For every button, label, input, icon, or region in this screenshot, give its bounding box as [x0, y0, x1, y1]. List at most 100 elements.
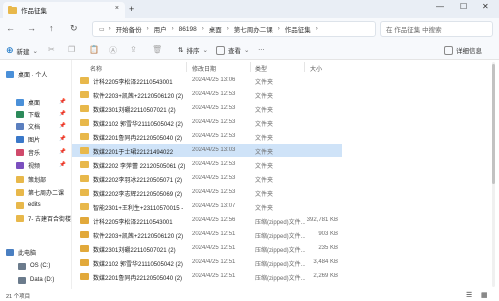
close-button[interactable]: ✕: [482, 2, 489, 11]
breadcrumb-item[interactable]: 86198: [179, 26, 197, 33]
folder-icon: [80, 105, 89, 112]
breadcrumb-item[interactable]: 开始备份: [116, 24, 142, 34]
refresh-button[interactable]: ↻: [70, 23, 78, 34]
folder-icon: [80, 147, 89, 154]
minimize-button[interactable]: —: [436, 2, 444, 11]
pin-icon: 📌: [59, 123, 66, 129]
file-row[interactable]: 数媒2102 郭雪华21110505042 (2) 2024/4/25 12:51…: [72, 256, 342, 269]
file-name: 数媒2301刘硼22110507021 (2): [93, 248, 176, 254]
new-button[interactable]: ⊕ 新建 ⌄: [6, 45, 38, 56]
sidebar-item-label: 文档: [28, 124, 41, 131]
sidebar-item[interactable]: 图片 📌: [0, 133, 71, 145]
file-name: 计科2205李松泽22110543001: [93, 220, 173, 226]
more-options-button[interactable]: …: [258, 45, 265, 52]
column-date[interactable]: 修改日期: [192, 64, 216, 73]
file-date: 2024/4/25 12:53: [192, 189, 236, 195]
sidebar-item[interactable]: 视频 📌: [0, 159, 71, 171]
sidebar-item[interactable]: 此电脑: [0, 246, 71, 258]
file-row[interactable]: 智能2301+王利生+23110570015 - 复... 2024/4/25 1…: [72, 200, 342, 213]
back-button[interactable]: ←: [6, 23, 15, 33]
share-icon[interactable]: ⇪: [130, 45, 137, 54]
paste-icon[interactable]: 📋: [89, 45, 99, 54]
file-date: 2024/4/25 12:51: [192, 231, 236, 237]
rename-icon[interactable]: Ⓐ: [109, 45, 117, 56]
file-row[interactable]: 数媒2301刘硼22110507021 (2) 2024/4/25 12:53 文件…: [72, 102, 342, 115]
view-button[interactable]: 查看 ⌄: [216, 45, 249, 55]
sidebar-item-label: 7- 古建百合街楼: [28, 216, 72, 223]
sidebar-item-icon: [18, 262, 26, 270]
sidebar-item-label: edits: [28, 202, 41, 208]
sidebar-item[interactable]: OS (C:): [0, 260, 71, 272]
column-size[interactable]: 大小: [310, 64, 322, 73]
folder-icon: [80, 119, 89, 126]
tab-close-button[interactable]: ×: [115, 5, 119, 12]
file-type: 文件夹: [255, 136, 274, 142]
file-row[interactable]: 数媒2301刘硼22110507021 (2) 2024/4/25 12:51 压缩…: [72, 242, 342, 255]
tiles-view-icon[interactable]: ▦: [481, 291, 488, 299]
address-bar[interactable]: ▭ › 开始备份 › 用户 › 86198 › 桌面 › 第七周办二课 › 作品…: [92, 21, 376, 37]
sidebar-item[interactable]: 桌面 📌: [0, 96, 71, 108]
sidebar-item[interactable]: 7- 古建百合街楼: [0, 212, 72, 224]
file-row[interactable]: 数媒2201鲁同冉22120505040 (2) 2024/4/25 12:51 压…: [72, 270, 342, 283]
vertical-scrollbar[interactable]: [492, 62, 495, 287]
sidebar-item-icon: [16, 110, 24, 118]
maximize-button[interactable]: ☐: [460, 2, 467, 11]
file-size: 2,269 KB: [313, 273, 338, 279]
sidebar-item[interactable]: edits: [0, 199, 71, 211]
details-view-icon[interactable]: ☰: [466, 291, 472, 299]
search-input[interactable]: 在 作品征集 中搜索: [380, 21, 493, 37]
breadcrumb-item[interactable]: 作品征集: [285, 24, 311, 34]
pin-icon: 📌: [59, 99, 66, 105]
sidebar-item[interactable]: 桌面 · 个人: [0, 68, 71, 80]
file-row[interactable]: 数媒2202 李萍蕾 22120505061 (2) 2024/4/25 12:5…: [72, 158, 342, 171]
sidebar-item[interactable]: Data (D:): [0, 274, 71, 286]
sidebar-item-icon: [6, 248, 14, 256]
file-row[interactable]: 计科2205李松泽22110543001 2024/4/25 13:06 文件夹: [72, 74, 342, 87]
sidebar-item[interactable]: 策划部: [0, 173, 71, 185]
details-button[interactable]: 详细信息: [444, 45, 482, 55]
file-name: 数媒2201于士珺22121494022: [93, 150, 174, 156]
file-row[interactable]: 数媒2201于士珺22121494022 2024/4/25 13:03 文件夹: [72, 144, 342, 157]
file-row[interactable]: 数媒2201鲁同冉22120505040 (2) 2024/4/25 12:53 文…: [72, 130, 342, 143]
breadcrumb-item[interactable]: 用户: [154, 24, 167, 34]
file-row[interactable]: 计科2205李松泽22110543001 2024/4/25 12:56 压缩(zi…: [72, 214, 342, 227]
sidebar-item[interactable]: 音乐 📌: [0, 146, 71, 158]
folder-icon: [80, 77, 89, 84]
file-row[interactable]: 软件2203+凯茜+22120506120 (2) 2024/4/25 12:53…: [72, 88, 342, 101]
zip-folder-icon: [80, 231, 89, 238]
sidebar-item-icon: [16, 135, 24, 143]
sidebar-item-icon: [16, 122, 24, 130]
sidebar-item[interactable]: 第七周办二课: [0, 186, 71, 198]
column-name[interactable]: 名称: [90, 64, 102, 73]
column-type[interactable]: 类型: [255, 64, 267, 73]
breadcrumb-item[interactable]: 第七周办二课: [234, 24, 273, 34]
file-date: 2024/4/25 12:53: [192, 161, 236, 167]
file-row[interactable]: 数媒2102 郭雪华21110505042 (2) 2024/4/25 12:53…: [72, 116, 342, 129]
tab-title: 作品征集: [21, 8, 47, 15]
sidebar-item[interactable]: 文档 📌: [0, 120, 71, 132]
file-type: 文件夹: [255, 108, 274, 114]
up-button[interactable]: ↑: [49, 23, 54, 33]
chevron-right-icon: ›: [201, 26, 204, 32]
forward-button[interactable]: →: [27, 23, 36, 33]
command-bar: ⊕ 新建 ⌄ ✂ ❐ 📋 Ⓐ ⇪ 🗑 ⇅ 排序 ⌄ 查看 ⌄ … 详细信息: [0, 40, 499, 60]
file-row[interactable]: 数媒2202李羽冰22120505071 (2) 2024/4/25 12:53 文…: [72, 172, 342, 185]
chevron-right-icon: ›: [146, 26, 149, 32]
file-row[interactable]: 数媒2202李志辉22120505069 (2) 2024/4/25 12:53 文…: [72, 186, 342, 199]
cut-icon[interactable]: ✂: [48, 45, 55, 54]
sidebar-item-label: 策划部: [28, 177, 47, 184]
new-tab-button[interactable]: +: [129, 4, 134, 14]
breadcrumb-item[interactable]: 桌面: [209, 24, 222, 34]
sort-icon: ⇅: [178, 47, 184, 54]
delete-icon[interactable]: 🗑: [152, 45, 162, 54]
navigation-pane: 桌面 · 个人 桌面 📌 下载 📌 文档 📌 图片 📌 音乐 📌 视频 📌 策划部第七周办二课 edits 7…: [0, 60, 72, 289]
scrollbar-thumb[interactable]: [492, 64, 495, 184]
file-name: 智能2301+王利生+23110570015 - 复...: [93, 206, 185, 212]
sidebar-item[interactable]: 下载 📌: [0, 108, 71, 120]
copy-icon[interactable]: ❐: [68, 45, 75, 54]
file-row[interactable]: 软件2203+凯茜+22120506120 (2) 2024/4/25 12:51…: [72, 228, 342, 241]
navigation-bar: ← → ↑ ↻ ▭ › 开始备份 › 用户 › 86198 › 桌面 › 第七周…: [0, 18, 499, 40]
sort-button[interactable]: ⇅ 排序 ⌄: [178, 45, 208, 55]
sidebar-item-icon: [16, 98, 24, 106]
tab-active[interactable]: 作品征集 ×: [3, 2, 125, 18]
